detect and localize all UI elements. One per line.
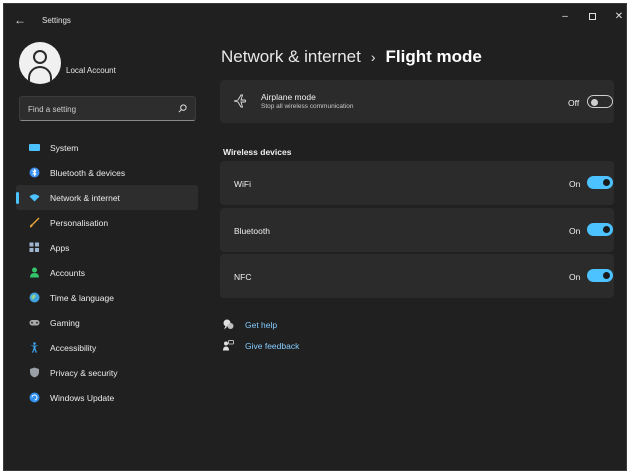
bluetooth-icon	[29, 167, 40, 178]
system-icon	[29, 144, 40, 151]
settings-window: ← Settings – ✕ Local Account Find a sett…	[3, 3, 627, 471]
wifi-icon	[29, 194, 40, 202]
toggle-knob	[603, 272, 610, 279]
sidebar-item-network[interactable]: Network & internet	[16, 185, 198, 210]
title-bar: ← Settings – ✕	[4, 4, 626, 36]
person-icon	[30, 267, 39, 278]
sidebar-item-accounts[interactable]: Accounts	[16, 260, 198, 285]
selection-indicator	[16, 192, 19, 204]
sidebar-item-label: Privacy & security	[50, 368, 118, 378]
sidebar-item-label: Time & language	[50, 293, 114, 303]
toggle-knob	[591, 98, 598, 106]
avatar[interactable]	[19, 42, 61, 84]
give-feedback-text[interactable]: Give feedback	[245, 341, 299, 351]
breadcrumb-separator: ›	[370, 49, 376, 65]
airplane-mode-state: Off	[568, 98, 580, 108]
sidebar-item-label: System	[50, 143, 79, 153]
globe-clock-icon	[29, 292, 40, 303]
sidebar-item-label: Accessibility	[50, 343, 97, 353]
maximize-icon	[588, 12, 596, 20]
feedback-icon	[223, 340, 234, 351]
avatar-head-icon	[33, 50, 47, 64]
nfc-card: NFC On	[220, 254, 614, 298]
breadcrumb: Network & internet › Flight mode	[221, 47, 482, 67]
account-name: Local Account	[66, 66, 116, 75]
help-chat-icon	[223, 319, 234, 330]
apps-icon	[29, 242, 39, 252]
sidebar-item-label: Windows Update	[50, 393, 115, 403]
sidebar-item-label: Apps	[50, 243, 70, 253]
search-icon[interactable]	[178, 104, 187, 113]
airplane-icon	[233, 94, 247, 108]
sidebar-item-label: Personalisation	[50, 218, 109, 228]
toggle-knob	[603, 179, 610, 186]
sidebar-item-privacy-security[interactable]: Privacy & security	[16, 360, 198, 385]
sidebar-item-label: Gaming	[50, 318, 80, 328]
back-arrow-icon[interactable]: ←	[14, 13, 26, 27]
sidebar-item-windows-update[interactable]: Windows Update	[16, 385, 198, 410]
bluetooth-label: Bluetooth	[234, 226, 270, 236]
nfc-state: On	[569, 272, 581, 282]
window-title: Settings	[42, 16, 71, 25]
nfc-toggle[interactable]	[587, 269, 613, 282]
sidebar-item-gaming[interactable]: Gaming	[16, 310, 198, 335]
sidebar-item-label: Accounts	[50, 268, 85, 278]
wifi-label: WiFi	[234, 179, 251, 189]
nfc-label: NFC	[234, 272, 252, 282]
sidebar-item-personalisation[interactable]: Personalisation	[16, 210, 198, 235]
sidebar-nav: System Bluetooth & devices Network & int…	[16, 135, 198, 410]
sidebar-item-label: Network & internet	[50, 193, 120, 203]
accessibility-icon	[30, 342, 39, 353]
sidebar-item-time-language[interactable]: Time & language	[16, 285, 198, 310]
wireless-devices-heading: Wireless devices	[223, 147, 292, 157]
wifi-state: On	[569, 179, 581, 189]
maximize-button[interactable]	[579, 8, 605, 26]
wifi-toggle[interactable]	[587, 176, 613, 189]
airplane-mode-subtitle: Stop all wireless communication	[261, 103, 354, 110]
airplane-mode-title: Airplane mode	[261, 92, 316, 102]
sidebar-item-accessibility[interactable]: Accessibility	[16, 335, 198, 360]
airplane-mode-card: Airplane mode Stop all wireless communic…	[220, 80, 614, 123]
page-title: Flight mode	[385, 47, 482, 66]
wifi-card: WiFi On	[220, 161, 614, 205]
search-placeholder: Find a setting	[28, 105, 77, 114]
update-icon	[29, 392, 40, 403]
sidebar-item-apps[interactable]: Apps	[16, 235, 198, 260]
shield-icon	[30, 367, 39, 378]
minimize-button[interactable]: –	[552, 8, 578, 26]
breadcrumb-parent[interactable]: Network & internet	[221, 47, 361, 66]
avatar-body-icon	[28, 66, 52, 84]
sidebar-item-system[interactable]: System	[16, 135, 198, 160]
toggle-knob	[603, 226, 610, 233]
bluetooth-state: On	[569, 226, 581, 236]
gamepad-icon	[29, 320, 40, 326]
search-input[interactable]: Find a setting	[19, 96, 196, 121]
airplane-mode-toggle[interactable]	[587, 95, 613, 108]
sidebar-item-label: Bluetooth & devices	[50, 168, 126, 178]
close-button[interactable]: ✕	[606, 8, 626, 26]
get-help-text[interactable]: Get help	[245, 320, 277, 330]
sidebar-item-bluetooth[interactable]: Bluetooth & devices	[16, 160, 198, 185]
bluetooth-toggle[interactable]	[587, 223, 613, 236]
brush-icon	[29, 217, 40, 228]
bluetooth-card: Bluetooth On	[220, 208, 614, 252]
